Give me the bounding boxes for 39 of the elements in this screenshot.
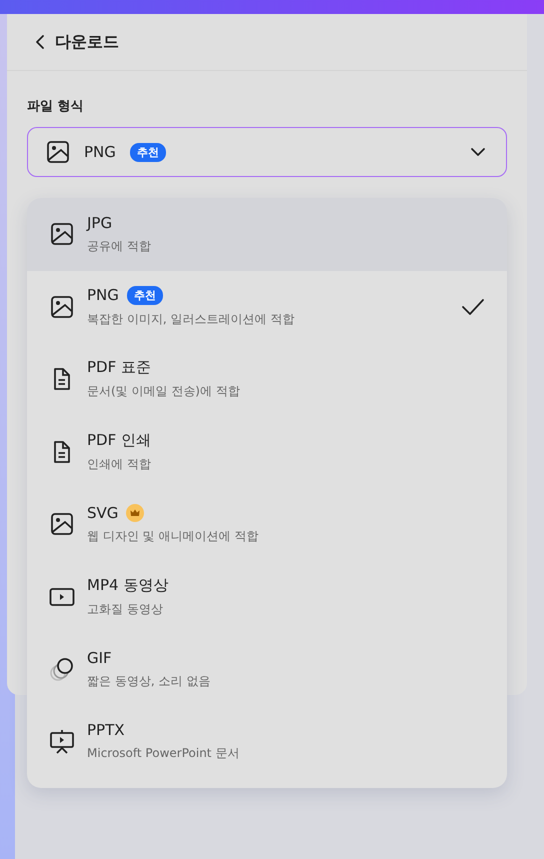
option-title: GIF	[87, 648, 112, 667]
recommended-badge: 추천	[130, 142, 166, 162]
option-title: PPTX	[87, 721, 125, 740]
option-description: 고화질 동영상	[87, 600, 164, 618]
image-icon	[46, 140, 70, 164]
selected-format: PNG	[84, 143, 116, 161]
option-description: 문서(및 이메일 전송)에 적합	[87, 383, 241, 400]
chevron-down-icon	[470, 147, 486, 157]
image-icon	[49, 294, 75, 319]
option-title: PDF 인쇄	[87, 430, 151, 450]
format-option[interactable]: SVG 웹 디자인 및 애니메이션에 적합	[27, 488, 507, 560]
option-description: 인쇄에 적합	[87, 456, 152, 473]
option-description: Microsoft PowerPoint 문서	[87, 745, 240, 762]
option-title: SVG	[87, 504, 118, 522]
recommended-badge: 추천	[126, 286, 163, 305]
presentation-icon	[49, 728, 75, 755]
format-option[interactable]: PNG 추천 복잡한 이미지, 일러스트레이션에 적합	[27, 270, 507, 343]
field-label: 파일 형식	[27, 98, 85, 115]
option-description: 웹 디자인 및 애니메이션에 적합	[87, 528, 260, 545]
back-icon[interactable]	[35, 34, 45, 50]
video-icon	[49, 586, 75, 607]
option-description: 짧은 동영상, 소리 없음	[87, 672, 212, 690]
format-option[interactable]: PDF 인쇄 인쇄에 적합	[27, 416, 507, 488]
format-option[interactable]: MP4 동영상 고화질 동영상	[27, 560, 507, 633]
option-description: 공유에 적합	[87, 238, 152, 255]
option-title: JPG	[87, 214, 112, 232]
format-option[interactable]: GIF 짧은 동영상, 소리 없음	[27, 633, 507, 706]
image-icon	[49, 222, 75, 246]
format-option[interactable]: PDF 표준 문서(및 이메일 전송)에 적합	[27, 343, 507, 416]
format-select[interactable]: PNG 추천	[27, 127, 507, 177]
option-description: 복잡한 이미지, 일러스트레이션에 적합	[87, 310, 296, 328]
panel-title: 다운로드	[55, 32, 119, 52]
image-icon	[49, 512, 75, 536]
format-option[interactable]: PPTX Microsoft PowerPoint 문서	[27, 706, 507, 778]
format-option[interactable]: JPG 공유에 적합	[27, 198, 507, 270]
circles-icon	[49, 656, 75, 682]
option-title: MP4 동영상	[87, 576, 168, 595]
option-title: PNG	[87, 286, 119, 304]
option-title: PDF 표준	[87, 358, 151, 378]
